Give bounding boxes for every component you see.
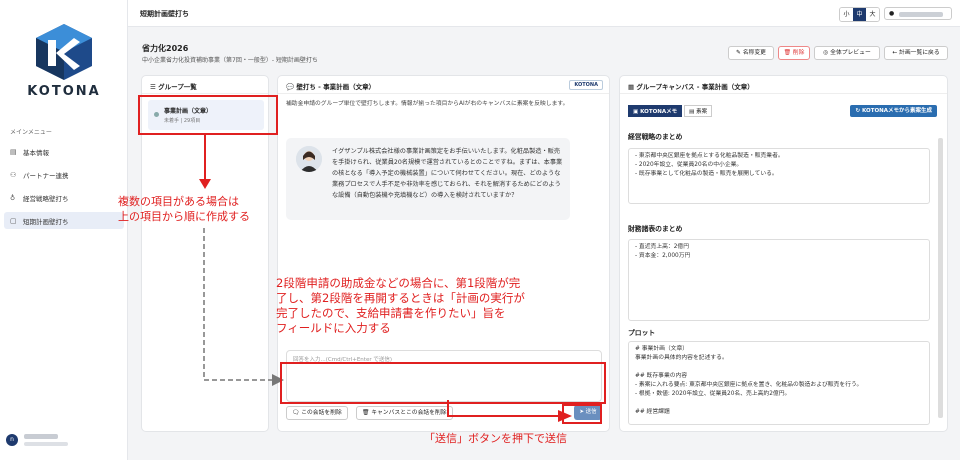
assistant-message-text: イグザンプル株式会社様の事業計画策定をお手伝いいたします。化粧品製造・販売を手掛…: [332, 148, 563, 199]
strategy-summary-field[interactable]: - 東京都中央区銀座を拠点とする化粧品製造・販売業者。 - 2020年設立、従業…: [628, 148, 930, 204]
annotation-box-group-item: [138, 95, 278, 135]
top-bar: 短期計画壁打ち 小 中 大 ●: [128, 0, 960, 27]
size-medium-button[interactable]: 中: [853, 8, 866, 21]
back-to-list-button[interactable]: ← 計画一覧に戻る: [884, 46, 948, 60]
sidebar-item-label: 短期計画壁打ち: [23, 217, 69, 226]
size-large-button[interactable]: 大: [866, 8, 879, 21]
group-panel-title: グループ一覧: [158, 83, 197, 91]
menu-heading: メインメニュー: [10, 129, 52, 136]
delete-canvas-conversation-button[interactable]: 🗑 キャンバスとこの会話を削除: [356, 406, 453, 420]
user-menu-button[interactable]: ●: [884, 7, 952, 20]
font-size-toggle: 小 中 大: [839, 7, 880, 22]
annotation-text-send: 「送信」ボタンを押下で送信: [424, 432, 567, 445]
user-info-blurred: [24, 434, 68, 446]
section-heading-plot: プロット: [628, 329, 656, 337]
kotona-tag: KOTONA: [569, 80, 603, 90]
annotation-text-order: 複数の項目がある場合は 上の項目から順に作成する: [118, 194, 250, 224]
tab-draft-label: 素案: [696, 109, 708, 115]
plot-field[interactable]: # 事業計画（文章） 事業計画の具体的内容を記述する。 ## 既存事業の内容 -…: [628, 341, 930, 425]
chat-icon: 💬: [286, 83, 295, 91]
logo-text: KOTONA: [27, 84, 101, 99]
bulb-icon: ♁: [10, 193, 16, 202]
annotation-arrow-right-icon: [447, 400, 572, 422]
group-panel-header: ☰ グループ一覧: [142, 76, 268, 94]
avatar: n: [6, 434, 18, 446]
delete-conversation-label: この会話を削除: [301, 410, 342, 416]
file-icon: ▢: [10, 216, 17, 225]
canvas-tabs: ▣ KOTONAメモ ▤ 素案: [628, 105, 714, 117]
generate-draft-label: KOTONAメモから素案生成: [862, 108, 932, 114]
generate-draft-button[interactable]: ↻ KOTONAメモから素案生成: [850, 105, 937, 117]
tab-kotona-memo-label: KOTONAメモ: [640, 109, 678, 115]
sidebar-item-short-plan[interactable]: ▢ 短期計画壁打ち: [4, 212, 124, 229]
tab-draft[interactable]: ▤ 素案: [684, 105, 713, 117]
document-icon: ▤: [10, 147, 17, 156]
project-subtitle: 中小企業省力化投資補助事業（第7回・一般型）- 短期計画壁打ち: [142, 57, 318, 64]
annotation-dashed-arrow-icon: [203, 228, 284, 386]
annotation-text-two-stage: 2段階申請の助成金などの場合に、第1段階が完 了し、第2段階を再開するときは「計…: [276, 276, 525, 336]
sidebar: KOTONA メインメニュー ▤ 基本情報 ⚇ パートナー連携 ♁ 経営戦略壁打ち ▢…: [0, 0, 128, 460]
page-title: 短期計画壁打ち: [140, 10, 189, 18]
canvas-panel-title: グループキャンバス - 事業計画（文章）: [636, 83, 754, 91]
annotation-box-input: [280, 362, 606, 404]
preview-button[interactable]: ◎ 全体プレビュー: [814, 46, 880, 60]
annotation-text-order-content: 複数の項目がある場合は 上の項目から順に作成する: [118, 195, 250, 223]
sidebar-item-label: 基本情報: [23, 148, 49, 157]
delete-label: 削除: [792, 50, 805, 56]
section-heading-strategy: 経営戦略のまとめ: [628, 133, 683, 141]
chat-intro: 補助金申請のグループ単位で壁打ちします。情報が揃った項目からAIが右のキャンバス…: [286, 101, 569, 107]
sidebar-item-partner[interactable]: ⚇ パートナー連携: [4, 166, 124, 183]
sidebar-item-strategy[interactable]: ♁ 経営戦略壁打ち: [4, 189, 124, 206]
rename-label: 名称変更: [742, 50, 766, 56]
delete-conversation-button[interactable]: 🗨 この会話を削除: [286, 406, 348, 420]
kotona-logo: [36, 24, 92, 80]
sidebar-item-label: パートナー連携: [23, 171, 69, 180]
assistant-message: イグザンプル株式会社様の事業計画策定をお手伝いいたします。化粧品製造・販売を手掛…: [286, 138, 570, 220]
annotation-text-two-stage-content: 2段階申請の助成金などの場合に、第1段階が完 了し、第2段階を再開するときは「計…: [276, 276, 525, 335]
assistant-avatar-icon: [296, 146, 322, 172]
app-window: KOTONA メインメニュー ▤ 基本情報 ⚇ パートナー連携 ♁ 経営戦略壁打ち ▢…: [0, 0, 960, 460]
chat-panel-title: 壁打ち - 事業計画（文章）: [296, 83, 376, 91]
back-label: 計画一覧に戻る: [899, 50, 940, 56]
canvas-panel-header: ▦ グループキャンバス - 事業計画（文章）: [620, 76, 947, 94]
user-profile[interactable]: n: [6, 434, 68, 446]
size-small-button[interactable]: 小: [840, 8, 853, 21]
project-title: 省力化2026: [142, 44, 189, 53]
canvas-panel: ▦ グループキャンバス - 事業計画（文章） ▣ KOTONAメモ ▤ 素案 ↻…: [619, 75, 948, 432]
section-heading-financial: 財務諸表のまとめ: [628, 225, 683, 233]
tab-kotona-memo[interactable]: ▣ KOTONAメモ: [628, 105, 683, 117]
annotation-box-send: [562, 404, 602, 424]
sidebar-item-label: 経営戦略壁打ち: [23, 194, 69, 203]
rename-button[interactable]: ✎ 名称変更: [728, 46, 774, 60]
user-icon: ●: [889, 10, 895, 17]
financial-summary-field[interactable]: - 直近売上高：2億円 - 資本金：2,000万円: [628, 239, 930, 321]
chat-panel-header: 💬 壁打ち - 事業計画（文章）: [278, 76, 609, 94]
annotation-arrow-down-icon: [199, 135, 211, 189]
delete-canvas-label: キャンバスとこの会話を削除: [371, 410, 447, 416]
canvas-scrollbar[interactable]: [938, 138, 943, 418]
people-icon: ⚇: [10, 170, 17, 179]
delete-button[interactable]: 🗑 削除: [778, 46, 810, 60]
preview-label: 全体プレビュー: [830, 50, 871, 56]
sidebar-item-basic-info[interactable]: ▤ 基本情報: [4, 143, 124, 160]
